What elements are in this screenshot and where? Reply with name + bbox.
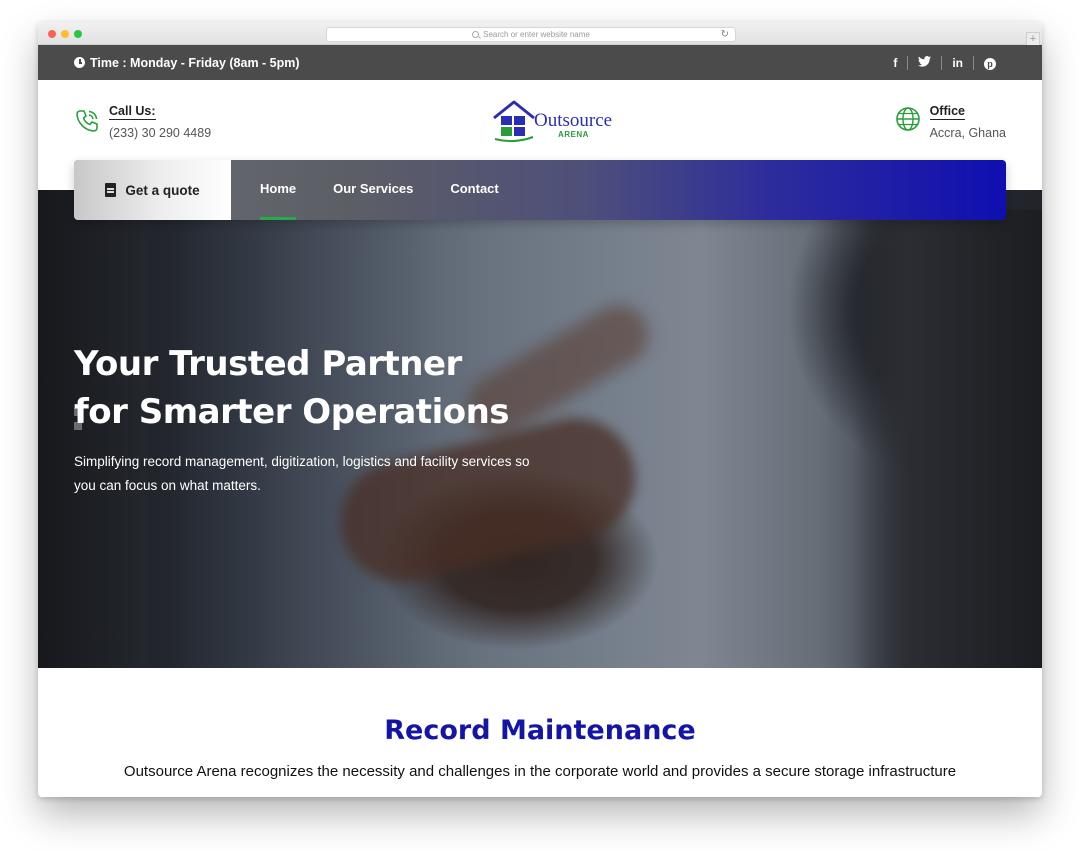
- browser-chrome: Search or enter website name ↻ +: [38, 22, 1042, 45]
- address-bar[interactable]: Search or enter website name ↻: [326, 27, 736, 42]
- hero-image-right-suit: [852, 210, 1042, 668]
- phone-icon: [76, 110, 98, 132]
- pinterest-link[interactable]: p: [974, 56, 1006, 70]
- logo-house-icon: [493, 100, 535, 143]
- twitter-icon[interactable]: [908, 55, 941, 70]
- facebook-icon[interactable]: f: [883, 56, 907, 70]
- call-us-title: Call Us:: [109, 104, 156, 120]
- address-bar-placeholder: Search or enter website name: [483, 30, 590, 39]
- new-tab-button[interactable]: +: [1026, 32, 1040, 45]
- clock-icon: [74, 57, 85, 68]
- business-hours: Time : Monday - Friday (8am - 5pm): [74, 56, 300, 70]
- reload-icon[interactable]: ↻: [721, 29, 729, 40]
- office-title: Office: [929, 104, 965, 120]
- nav-item-our-services[interactable]: Our Services: [333, 160, 413, 220]
- maximize-window-button[interactable]: [74, 30, 82, 38]
- phone-number[interactable]: (233) 30 290 4489: [109, 126, 211, 140]
- call-us-block: Call Us: (233) 30 290 4489: [74, 102, 211, 140]
- globe-icon: [895, 107, 920, 131]
- nav-links: Home Our Services Contact: [260, 160, 536, 220]
- hero-title-line-2: for Smarter Operations: [74, 392, 510, 432]
- hero-banner: Your Trusted Partner for Smarter Operati…: [38, 190, 1042, 668]
- hero-title: Your Trusted Partner for Smarter Operati…: [74, 340, 510, 436]
- call-us-text: Call Us: (233) 30 290 4489: [109, 102, 211, 140]
- top-info-bar: Time : Monday - Friday (8am - 5pm) f in …: [38, 45, 1042, 80]
- twitter-bird-glyph: [918, 55, 932, 67]
- get-a-quote-button[interactable]: Get a quote: [74, 160, 231, 220]
- office-location: Accra, Ghana: [929, 126, 1006, 140]
- office-block: Office Accra, Ghana: [895, 102, 1006, 140]
- browser-window: Search or enter website name ↻ + Time : …: [38, 22, 1042, 797]
- get-a-quote-label: Get a quote: [125, 182, 200, 198]
- close-window-button[interactable]: [48, 30, 56, 38]
- social-links: f in p: [883, 55, 1006, 70]
- business-hours-text: Time : Monday - Friday (8am - 5pm): [90, 55, 300, 70]
- office-text: Office Accra, Ghana: [929, 102, 1006, 140]
- nav-item-contact[interactable]: Contact: [450, 160, 498, 220]
- hero-subtitle: Simplifying record management, digitizat…: [74, 454, 530, 493]
- logo-wordmark: Outsource: [534, 110, 613, 131]
- main-navigation: Get a quote Home Our Services Contact: [74, 160, 1006, 220]
- minimize-window-button[interactable]: [61, 30, 69, 38]
- site-logo[interactable]: Outsource ARENA: [491, 98, 616, 144]
- section-title: Record Maintenance: [384, 715, 696, 746]
- document-icon: [105, 183, 117, 197]
- section-description: Outsource Arena recognizes the necessity…: [123, 763, 957, 780]
- search-icon: [472, 31, 480, 38]
- pinterest-icon: p: [984, 57, 996, 70]
- hero-title-line-1: Your Trusted Partner: [74, 344, 462, 384]
- logo-subtitle: ARENA: [558, 130, 589, 139]
- nav-item-home[interactable]: Home: [260, 160, 297, 220]
- linkedin-icon[interactable]: in: [942, 56, 973, 70]
